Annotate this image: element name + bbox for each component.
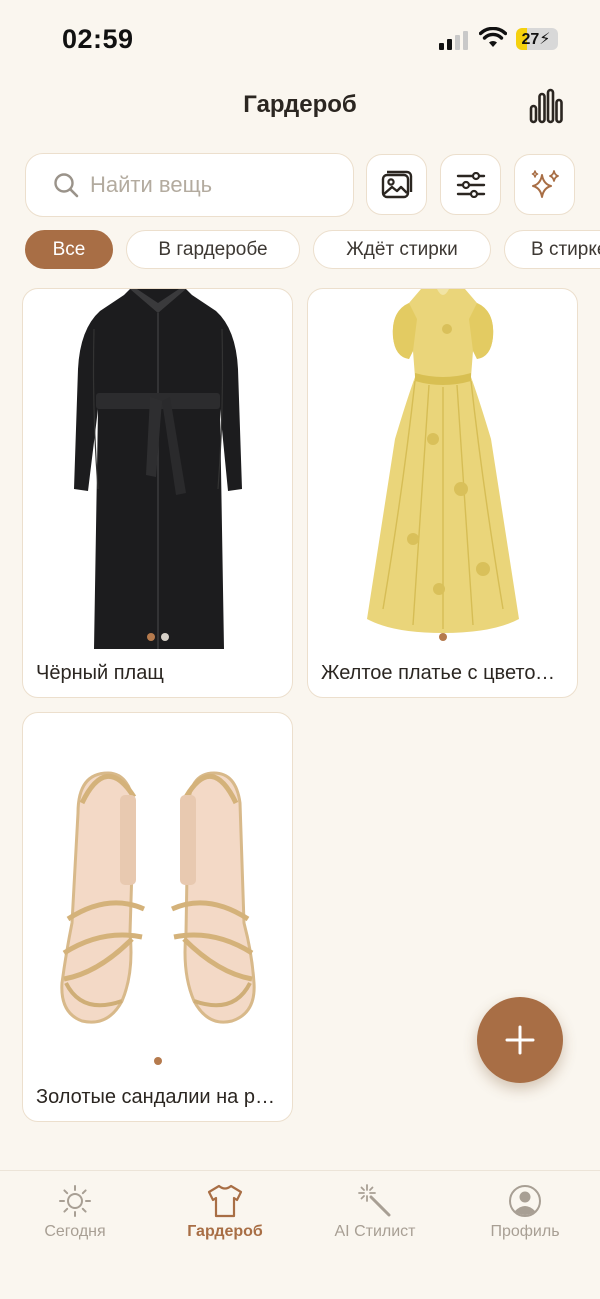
wardrobe-item-card[interactable]: Золотые сандалии на ремешках: [22, 712, 293, 1122]
filters-button[interactable]: [440, 154, 501, 215]
photo-pagination: [23, 1057, 292, 1065]
magic-wand-icon: [358, 1184, 391, 1217]
bottom-tab-bar: Сегодня Гардероб AI Стилист Профиль: [0, 1170, 600, 1299]
item-title: Чёрный плащ: [36, 662, 164, 684]
user-circle-icon: [509, 1185, 541, 1217]
pagination-dot-active: [438, 633, 447, 641]
yellow-dress-image: [366, 289, 519, 633]
tab-label: Сегодня: [44, 1223, 106, 1240]
tab-label: Профиль: [490, 1223, 560, 1240]
sun-icon: [59, 1185, 91, 1217]
search-input[interactable]: [90, 154, 340, 216]
sparkles-icon: [531, 169, 559, 198]
status-bar: 02:59 27⚡: [0, 0, 600, 80]
search-box[interactable]: [25, 153, 354, 217]
tab-profile[interactable]: Профиль: [450, 1183, 600, 1241]
tab-today[interactable]: Сегодня: [0, 1183, 150, 1241]
tab-label: AI Стилист: [334, 1223, 416, 1240]
tshirt-icon: [207, 1184, 243, 1218]
bar-chart-icon: [529, 88, 563, 124]
ai-suggest-button[interactable]: [514, 154, 575, 215]
tab-wardrobe[interactable]: Гардероб: [150, 1183, 300, 1241]
tab-label: Гардероб: [187, 1223, 263, 1240]
item-title: Золотые сандалии на ремешках: [36, 1086, 280, 1108]
filter-chip-washing[interactable]: В стирке: [504, 230, 600, 269]
item-photo: [23, 713, 292, 1073]
battery-indicator: 27⚡: [516, 28, 558, 50]
item-photo: [308, 289, 577, 649]
wifi-icon: [479, 27, 507, 47]
filter-chip-all[interactable]: Все: [25, 230, 113, 269]
add-item-button[interactable]: [477, 997, 563, 1083]
plus-icon: [505, 1025, 535, 1055]
photo-pagination: [23, 633, 292, 641]
filter-chip-in-wardrobe[interactable]: В гардеробе: [126, 230, 300, 269]
tab-ai-stylist[interactable]: AI Стилист: [300, 1183, 450, 1241]
filter-chips: Все В гардеробе Ждёт стирки В стирке: [0, 230, 600, 270]
sliders-icon: [456, 171, 485, 198]
cellular-signal-icon: [439, 31, 468, 50]
wardrobe-item-card[interactable]: Чёрный плащ: [22, 288, 293, 698]
gold-sandals-image: [59, 771, 256, 1024]
image-icon: [381, 170, 412, 198]
search-icon: [54, 173, 79, 198]
pagination-dot: [160, 633, 169, 641]
wardrobe-item-card[interactable]: Желтое платье с цветочным принтом: [307, 288, 578, 698]
item-title: Желтое платье с цветочным принтом: [321, 662, 565, 684]
battery-percent: 27⚡: [521, 31, 551, 48]
status-time: 02:59: [62, 24, 134, 54]
pagination-dot-active: [153, 1057, 162, 1065]
statistics-button[interactable]: [526, 86, 566, 126]
add-from-gallery-button[interactable]: [366, 154, 427, 215]
wardrobe-screen: 02:59 27⚡ Гардероб Найти вещь Все В гард…: [0, 0, 600, 1299]
item-photo: [23, 289, 292, 649]
black-coat-image: [73, 289, 242, 649]
page-title: Гардероб: [243, 91, 357, 118]
photo-pagination: [308, 633, 577, 641]
pagination-dot-active: [146, 633, 155, 641]
filter-chip-awaiting-wash[interactable]: Ждёт стирки: [313, 230, 491, 269]
